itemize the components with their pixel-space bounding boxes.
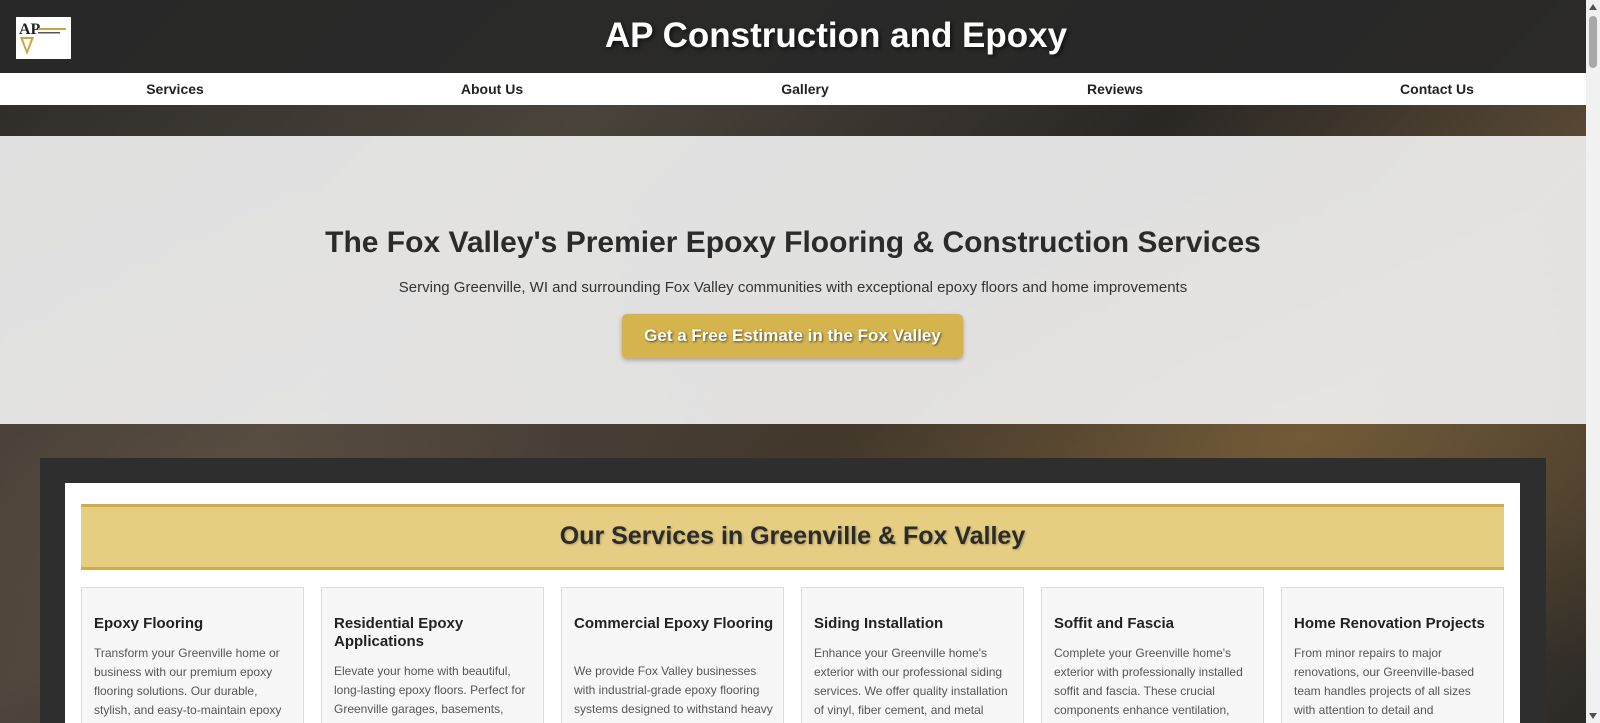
service-card-title: Home Renovation Projects [1294, 615, 1485, 632]
free-estimate-button[interactable]: Get a Free Estimate in the Fox Valley [622, 314, 963, 358]
main-nav: Services About Us Gallery Reviews Contac… [0, 73, 1586, 105]
service-card-text: We provide Fox Valley businesses with in… [574, 664, 773, 716]
scrollbar-thumb[interactable] [1589, 16, 1597, 68]
service-card-siding-installation[interactable]: Siding Installation Enhance your Greenvi… [801, 587, 1024, 723]
services-heading: Our Services in Greenville & Fox Valley [559, 522, 1026, 550]
service-card-title: Residential Epoxy Applications [334, 615, 464, 650]
nav-about-us[interactable]: About Us [461, 73, 523, 105]
services-section: Our Services in Greenville & Fox Valley … [65, 483, 1520, 723]
service-card-residential-epoxy[interactable]: Residential Epoxy Applications Elevate y… [321, 587, 544, 723]
nav-services[interactable]: Services [146, 73, 204, 105]
page: AP AP Construction and Epoxy Services Ab… [0, 0, 1586, 723]
hero-title: The Fox Valley's Premier Epoxy Flooring … [325, 226, 1261, 259]
scroll-down-arrow-icon[interactable] [1589, 713, 1597, 719]
scroll-up-arrow-icon[interactable] [1589, 4, 1597, 10]
nav-contact-us[interactable]: Contact Us [1400, 73, 1474, 105]
nav-reviews[interactable]: Reviews [1087, 73, 1143, 105]
service-card-title: Epoxy Flooring [94, 615, 204, 632]
service-card-title: Siding Installation [814, 615, 944, 632]
service-card-text: From minor repairs to major renovations,… [1294, 646, 1475, 723]
service-card-home-renovation[interactable]: Home Renovation Projects From minor repa… [1281, 587, 1504, 723]
service-card-text: Elevate your home with beautiful, long-l… [334, 664, 526, 716]
nav-gallery[interactable]: Gallery [781, 73, 828, 105]
service-card-text: Complete your Greenville home's exterior… [1054, 646, 1243, 717]
hero-subtitle: Serving Greenville, WI and surrounding F… [398, 279, 1188, 296]
site-title: AP Construction and Epoxy [604, 16, 1068, 55]
service-card-epoxy-flooring[interactable]: Epoxy Flooring Transform your Greenville… [81, 587, 304, 723]
service-card-soffit-fascia[interactable]: Soffit and Fascia Complete your Greenvil… [1041, 587, 1264, 723]
vertical-scrollbar[interactable] [1586, 0, 1600, 723]
site-header: AP AP Construction and Epoxy [0, 0, 1586, 73]
service-card-title: Commercial Epoxy Flooring [574, 615, 774, 632]
services-heading-bar: Our Services in Greenville & Fox Valley [81, 504, 1504, 570]
hero-section: The Fox Valley's Premier Epoxy Flooring … [0, 136, 1586, 424]
service-card-commercial-epoxy[interactable]: Commercial Epoxy Flooring We provide Fox… [561, 587, 784, 723]
service-card-title: Soffit and Fascia [1054, 615, 1175, 632]
service-card-text: Transform your Greenville home or busine… [94, 646, 282, 717]
service-card-text: Enhance your Greenville home's exterior … [814, 646, 1008, 717]
